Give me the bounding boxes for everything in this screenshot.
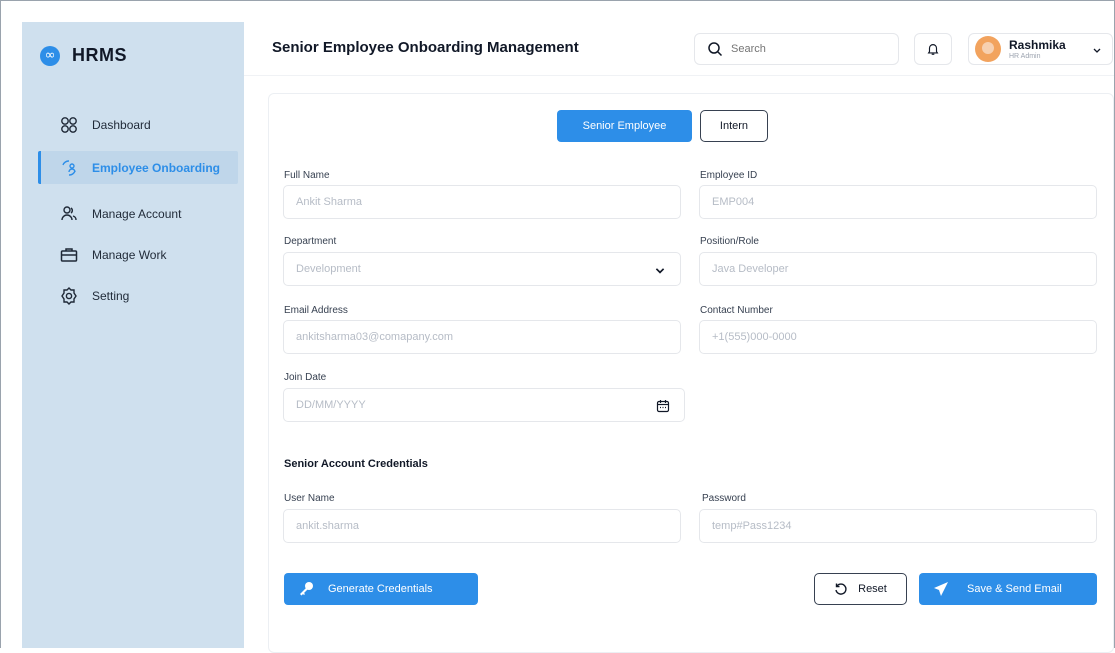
reset-icon <box>835 583 847 595</box>
sidebar-item-manage-work[interactable]: Manage Work <box>59 245 166 265</box>
chevron-down-icon <box>655 268 665 274</box>
employee-id-input[interactable] <box>712 196 1020 208</box>
user-name: Rashmika <box>1009 37 1066 52</box>
email-field[interactable] <box>283 320 681 354</box>
sidebar-item-setting[interactable]: Setting <box>59 286 129 306</box>
position-field[interactable] <box>699 252 1097 286</box>
user-profile-menu[interactable]: Rashmika HR Admin <box>968 33 1113 65</box>
employee-id-label: Employee ID <box>700 170 758 181</box>
calendar-icon[interactable] <box>656 399 670 413</box>
toggle-senior-employee[interactable]: Senior Employee <box>557 110 692 142</box>
generate-credentials-button[interactable]: Generate Credentials <box>284 573 478 605</box>
sidebar-item-dashboard[interactable]: Dashboard <box>59 115 151 135</box>
department-label: Department <box>284 236 337 247</box>
bell-icon <box>927 44 939 55</box>
sidebar-item-label: Manage Account <box>92 207 182 221</box>
brand-name: HRMS <box>72 45 127 65</box>
username-input[interactable] <box>296 520 604 532</box>
toggle-intern[interactable]: Intern <box>700 110 768 142</box>
contact-label: Contact Number <box>700 305 773 316</box>
join-date-label: Join Date <box>284 372 327 383</box>
brand-logo-icon: ∞ <box>40 45 60 66</box>
reset-label: Reset <box>858 583 887 595</box>
position-input[interactable] <box>712 263 1020 275</box>
search-input[interactable] <box>731 43 881 55</box>
password-field[interactable] <box>699 509 1097 543</box>
sidebar-item-label: Setting <box>92 289 130 303</box>
full-name-label: Full Name <box>284 170 330 181</box>
reset-button[interactable]: Reset <box>814 573 907 605</box>
briefcase-icon <box>60 248 78 262</box>
contact-input[interactable] <box>712 331 1020 343</box>
chevron-down-icon <box>1093 48 1101 53</box>
email-label: Email Address <box>284 305 348 316</box>
employee-id-field[interactable] <box>699 185 1097 219</box>
sidebar-item-label: Manage Work <box>92 248 167 262</box>
join-date-input[interactable] <box>296 399 607 411</box>
credentials-section-title: Senior Account Credentials <box>284 458 428 470</box>
generate-credentials-label: Generate Credentials <box>328 583 433 595</box>
username-label: User Name <box>284 493 335 504</box>
password-label: Password <box>702 493 746 504</box>
brand: ∞ HRMS <box>40 45 127 66</box>
users-icon <box>61 206 77 221</box>
onboarding-form-card <box>268 93 1114 653</box>
join-date-field[interactable] <box>283 388 685 422</box>
email-input[interactable] <box>296 331 604 343</box>
sidebar-item-label: Dashboard <box>92 118 151 132</box>
save-send-email-button[interactable]: Save & Send Email <box>919 573 1097 605</box>
avatar <box>975 36 1001 62</box>
gear-icon <box>61 287 77 305</box>
send-icon <box>934 582 948 596</box>
save-send-email-label: Save & Send Email <box>967 583 1062 595</box>
key-icon <box>300 582 313 596</box>
onboarding-icon <box>62 160 76 176</box>
username-field[interactable] <box>283 509 681 543</box>
user-role: HR Admin <box>1009 52 1041 60</box>
sidebar-item-manage-account[interactable]: Manage Account <box>59 204 181 224</box>
sidebar-item-label: Employee Onboarding <box>92 161 221 175</box>
department-value: Development <box>296 263 361 275</box>
full-name-input[interactable] <box>296 196 604 208</box>
search-icon <box>708 42 723 57</box>
header-divider <box>244 75 1114 76</box>
contact-field[interactable] <box>699 320 1097 354</box>
position-label: Position/Role <box>700 236 759 247</box>
page-title: Senior Employee Onboarding Management <box>272 39 579 56</box>
sidebar-item-employee-onboarding[interactable]: Employee Onboarding <box>59 158 220 178</box>
search-box[interactable] <box>694 33 899 65</box>
password-input[interactable] <box>712 520 1020 532</box>
department-select[interactable]: Development <box>283 252 681 286</box>
full-name-field[interactable] <box>283 185 681 219</box>
dashboard-grid-icon <box>61 117 77 133</box>
notification-button[interactable] <box>914 33 952 65</box>
